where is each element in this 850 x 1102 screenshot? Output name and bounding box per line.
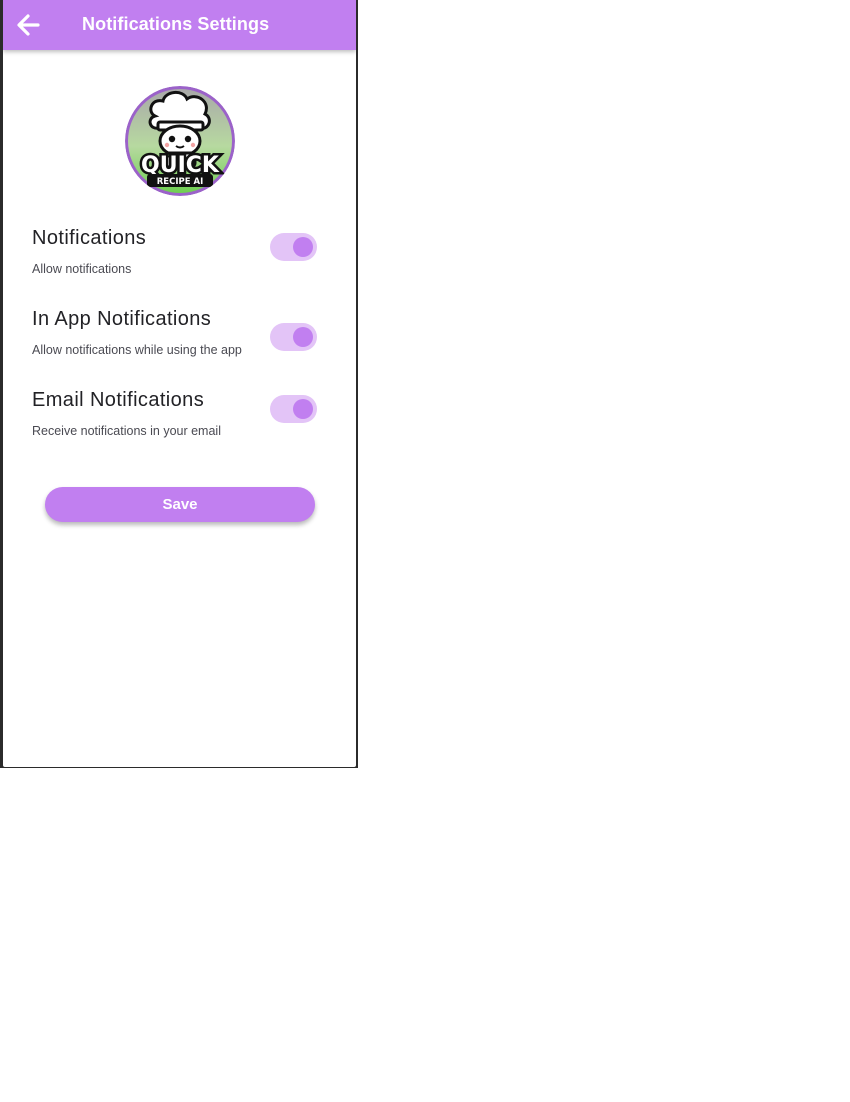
setting-title: Email Notifications <box>32 389 205 411</box>
in-app-notifications-toggle[interactable] <box>270 323 317 351</box>
back-button[interactable] <box>12 9 44 41</box>
app-logo: QUICK RECIPE AI <box>125 86 235 196</box>
app-bar: Notifications Settings <box>3 0 356 50</box>
toggle-knob <box>293 399 313 419</box>
save-button[interactable]: Save <box>45 487 315 522</box>
notifications-toggle[interactable] <box>270 233 317 261</box>
arrow-left-icon <box>17 14 40 36</box>
toggle-knob <box>293 237 313 257</box>
email-notifications-toggle[interactable] <box>270 395 317 423</box>
setting-title: In App Notifications <box>32 308 212 330</box>
setting-description: Allow notifications while using the app <box>32 343 242 357</box>
setting-description: Receive notifications in your email <box>32 424 221 438</box>
device-frame: Notifications Settings QUICK RECIPE AI N… <box>0 0 358 768</box>
setting-title: Notifications <box>32 227 147 249</box>
app-screen: Notifications Settings QUICK RECIPE AI N… <box>3 0 356 767</box>
chef-mascot-logo: QUICK RECIPE AI <box>125 86 235 196</box>
toggle-knob <box>293 327 313 347</box>
svg-text:RECIPE AI: RECIPE AI <box>157 177 204 187</box>
page-title: Notifications Settings <box>82 14 270 34</box>
setting-description: Allow notifications <box>32 262 132 276</box>
